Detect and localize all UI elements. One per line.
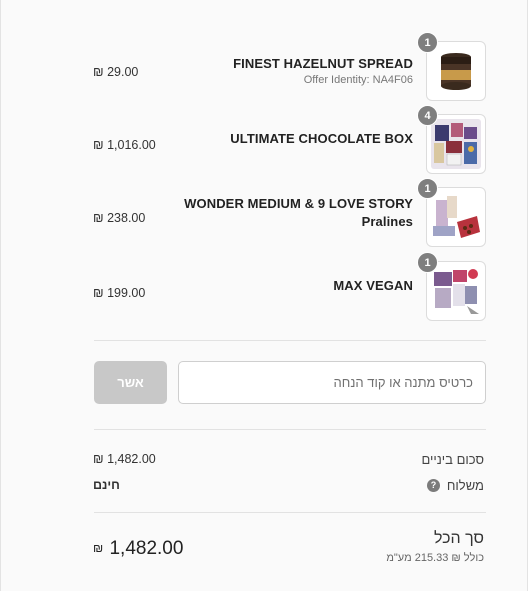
total-amount: ₪ 1,482.00 [93, 538, 183, 560]
product-name-line2: Pralines [361, 214, 413, 229]
line-item: 1 MAX VEGAN ₪ 199.00 [1, 252, 528, 327]
pralines-gift-icon [431, 192, 481, 242]
total-value: 1,482.00 [109, 538, 184, 559]
apply-discount-button[interactable]: אשר [94, 361, 167, 404]
tax-note: כולל ₪ 215.33 מע"מ [386, 552, 484, 564]
product-price: ₪ 238.00 [93, 211, 146, 225]
quantity-badge: 1 [417, 178, 438, 199]
product-price: ₪ 199.00 [93, 286, 146, 300]
total-currency: ₪ [93, 541, 104, 555]
product-thumbnail: 1 [417, 178, 486, 247]
product-price: ₪ 29.00 [93, 65, 139, 79]
shipping-label: משלוח [446, 478, 484, 493]
order-summary-panel: 1 FINEST HAZELNUT SPREAD Offer Identity:… [0, 0, 528, 591]
divider [94, 340, 486, 341]
product-name: ULTIMATE CHOCOLATE BOX [230, 131, 413, 146]
product-name: FINEST HAZELNUT SPREAD [233, 56, 413, 71]
line-item: 1 FINEST HAZELNUT SPREAD Offer Identity:… [1, 32, 528, 107]
product-thumbnail: 1 [417, 252, 486, 321]
line-item: 1 WONDER MEDIUM & 9 LOVE STORY Pralines … [1, 178, 528, 253]
line-item: 4 ULTIMATE CHOCOLATE BOX ₪ 1,016.00 [1, 105, 528, 180]
discount-code-input[interactable] [178, 361, 486, 404]
quantity-badge: 1 [417, 32, 438, 53]
product-thumbnail: 4 [417, 105, 486, 174]
hazelnut-jar-icon [431, 46, 481, 96]
divider [94, 429, 486, 430]
divider [94, 512, 486, 513]
total-label: סך הכל [433, 530, 484, 547]
product-name: MAX VEGAN [333, 278, 413, 293]
vegan-gift-icon [431, 266, 481, 316]
quantity-badge: 1 [417, 252, 438, 273]
product-price: ₪ 1,016.00 [93, 138, 156, 152]
subtotal-label: סכום ביניים [421, 452, 484, 467]
product-offer-id: Offer Identity: NA4F06 [303, 74, 413, 86]
subtotal-value: ₪ 1,482.00 [93, 452, 156, 466]
product-thumbnail: 1 [417, 32, 486, 101]
shipping-value: חינם [93, 478, 120, 492]
chocolate-box-icon [431, 119, 481, 169]
help-icon[interactable]: ? [427, 479, 440, 492]
quantity-badge: 4 [417, 105, 438, 126]
product-name: WONDER MEDIUM & 9 LOVE STORY [184, 196, 413, 211]
